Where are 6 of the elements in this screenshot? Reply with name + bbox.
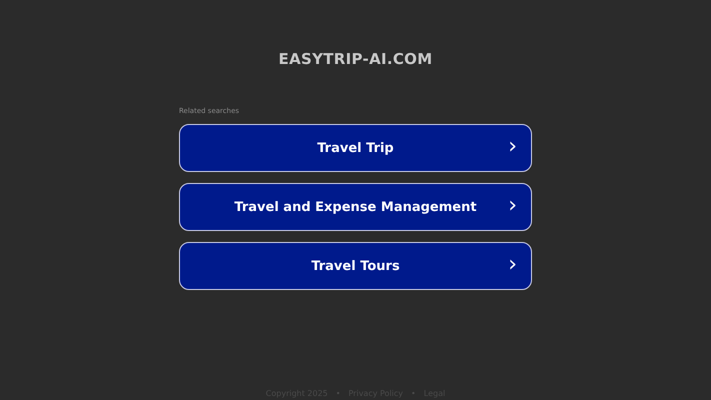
search-link[interactable]: Travel Tours › <box>179 242 532 290</box>
search-link[interactable]: Travel and Expense Management › <box>179 183 532 231</box>
search-link[interactable]: Travel Trip › <box>179 124 532 172</box>
separator-dot: • <box>411 389 416 399</box>
separator-dot: • <box>336 389 340 399</box>
site-domain: EASYTRIP-AI.COM <box>278 49 432 69</box>
